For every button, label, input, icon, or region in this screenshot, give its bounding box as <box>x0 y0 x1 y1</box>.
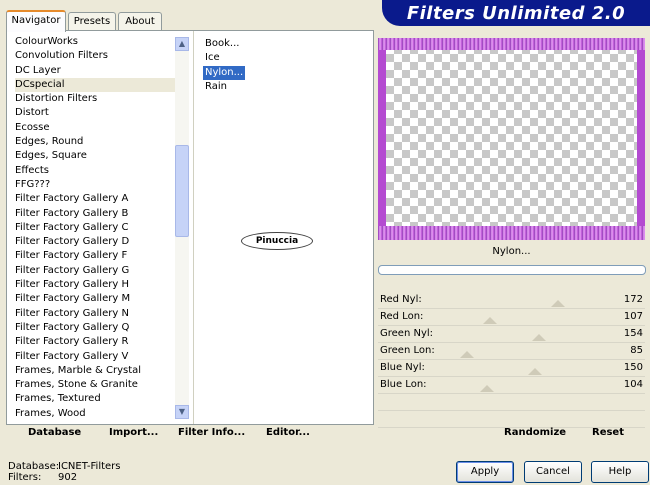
scroll-down-icon[interactable]: ▼ <box>175 405 189 419</box>
category-item[interactable]: Filter Factory Gallery A <box>15 192 175 206</box>
parameter-value: 172 <box>623 294 643 305</box>
parameter-label: Blue Lon: <box>380 379 427 390</box>
category-item[interactable]: Frames, Marble & Crystal <box>15 364 175 378</box>
category-scrollbar[interactable]: ▲ ▼ <box>175 37 189 419</box>
preview-image <box>378 38 645 240</box>
parameter-label: Red Nyl: <box>380 294 422 305</box>
parameter-label: Green Lon: <box>380 345 435 356</box>
category-item[interactable]: Filter Factory Gallery F <box>15 249 175 263</box>
help-button[interactable]: Help <box>591 461 649 483</box>
tab-navigator[interactable]: Navigator <box>6 10 66 32</box>
filter-name-label: Nylon... <box>492 246 531 257</box>
slider-marker-icon[interactable] <box>483 317 497 324</box>
filter-item[interactable]: Rain <box>203 80 229 94</box>
slider-marker-icon[interactable] <box>551 300 565 307</box>
database-button[interactable]: Database <box>28 427 81 438</box>
parameter-label: Red Lon: <box>380 311 424 322</box>
filter-list[interactable]: Book... Ice Nylon... Rain <box>203 37 323 94</box>
list-divider <box>193 31 194 424</box>
filter-item[interactable]: Nylon... <box>203 65 246 80</box>
category-item[interactable]: Ecosse <box>15 121 175 135</box>
scroll-thumb[interactable] <box>175 145 189 237</box>
category-item[interactable]: Filter Factory Gallery M <box>15 292 175 306</box>
category-item[interactable]: Filter Factory Gallery C <box>15 221 175 235</box>
category-item[interactable]: Filter Factory Gallery V <box>15 350 175 364</box>
scroll-up-icon[interactable]: ▲ <box>175 37 189 51</box>
parameter-value: 154 <box>623 328 643 339</box>
editor-button[interactable]: Editor... <box>266 427 310 438</box>
category-item[interactable]: Filter Factory Gallery N <box>15 307 175 321</box>
tab-about[interactable]: About <box>118 12 162 30</box>
category-item[interactable]: Edges, Square <box>15 149 175 163</box>
title-banner: Filters Unlimited 2.0 <box>382 0 650 26</box>
category-item[interactable]: Filter Factory Gallery G <box>15 264 175 278</box>
category-item[interactable]: Filter Factory Gallery Q <box>15 321 175 335</box>
category-item[interactable]: Frames, Textured <box>15 392 175 406</box>
parameter-row[interactable]: Green Lon: 85 <box>378 343 645 360</box>
parameter-value: 104 <box>623 379 643 390</box>
filters-count-value: 902 <box>58 472 78 483</box>
parameter-row-empty <box>378 394 645 411</box>
filter-item[interactable]: Book... <box>203 37 241 51</box>
category-item[interactable]: Effects <box>15 164 175 178</box>
filter-item[interactable]: Ice <box>203 51 222 65</box>
slider-marker-icon[interactable] <box>532 334 546 341</box>
database-value: ICNET-Filters <box>58 461 121 472</box>
category-item[interactable]: ColourWorks <box>15 35 175 49</box>
parameter-value: 150 <box>623 362 643 373</box>
slider-marker-icon[interactable] <box>480 385 494 392</box>
parameter-value: 107 <box>623 311 643 322</box>
slider-marker-icon[interactable] <box>460 351 474 358</box>
category-item[interactable]: Filter Factory Gallery R <box>15 335 175 349</box>
parameter-row[interactable]: Green Nyl: 154 <box>378 326 645 343</box>
preview-buttons: Randomize Reset <box>378 423 645 445</box>
category-item[interactable]: Distort <box>15 106 175 120</box>
category-list[interactable]: ColourWorks Convolution Filters DC Layer DC… <box>15 35 175 421</box>
category-item[interactable]: Convolution Filters <box>15 49 175 63</box>
category-item[interactable]: Edges, Round <box>15 135 175 149</box>
cancel-button[interactable]: Cancel <box>524 461 582 483</box>
filter-info-button[interactable]: Filter Info... <box>178 427 245 438</box>
status-info: Database:ICNET-Filters Filters: 902 <box>8 461 121 483</box>
reset-button[interactable]: Reset <box>592 427 624 438</box>
watermark-logo: Pinuccia <box>241 232 313 250</box>
category-item[interactable]: FFG??? <box>15 178 175 192</box>
category-item[interactable]: Distortion Filters <box>15 92 175 106</box>
parameter-row[interactable]: Blue Nyl: 150 <box>378 360 645 377</box>
nylon-frame-preview <box>378 38 645 240</box>
navigator-buttons: Database Import... Filter Info... Editor… <box>6 423 372 445</box>
apply-button[interactable]: Apply <box>456 461 514 483</box>
tab-presets[interactable]: Presets <box>68 12 116 30</box>
parameter-row[interactable]: Blue Lon: 104 <box>378 377 645 394</box>
category-item[interactable]: Frames, Stone & Granite <box>15 378 175 392</box>
parameter-label: Blue Nyl: <box>380 362 425 373</box>
parameter-row[interactable]: Red Nyl: 172 <box>378 292 645 309</box>
navigator-panel: ColourWorks Convolution Filters DC Layer DC… <box>6 30 374 425</box>
progress-bar <box>378 265 646 275</box>
filters-count-label: Filters: <box>8 472 42 483</box>
category-item[interactable]: DC Layer <box>15 64 175 78</box>
parameter-list: Red Nyl: 172 Red Lon: 107 Green Nyl: 154 Green… <box>378 292 645 428</box>
parameter-value: 85 <box>630 345 643 356</box>
randomize-button[interactable]: Randomize <box>504 427 566 438</box>
category-item[interactable]: Filter Factory Gallery B <box>15 207 175 221</box>
database-label: Database: <box>8 461 60 472</box>
banner-title: Filters Unlimited 2.0 <box>406 3 626 24</box>
category-item[interactable]: Filter Factory Gallery H <box>15 278 175 292</box>
import-button[interactable]: Import... <box>109 427 158 438</box>
category-item[interactable]: DCspecial <box>15 77 175 93</box>
parameter-row[interactable]: Red Lon: 107 <box>378 309 645 326</box>
category-item[interactable]: Filter Factory Gallery D <box>15 235 175 249</box>
parameter-label: Green Nyl: <box>380 328 434 339</box>
category-item[interactable]: Frames, Wood <box>15 407 175 421</box>
slider-marker-icon[interactable] <box>528 368 542 375</box>
